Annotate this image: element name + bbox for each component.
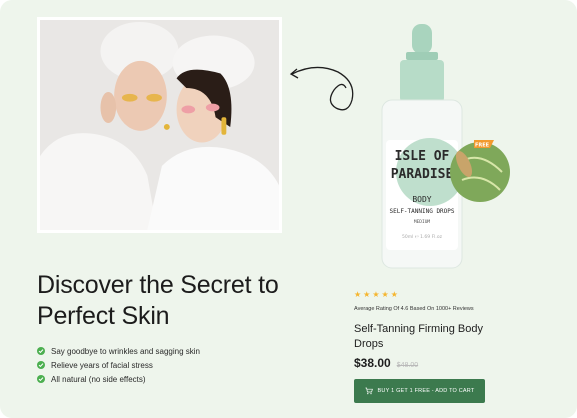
star-icon: ★: [363, 290, 371, 299]
free-badge: FREE: [475, 143, 490, 149]
feature-text: All natural (no side effects): [51, 374, 146, 384]
rating-text: Average Rating Of 4.6 Based On 1000+ Rev…: [354, 306, 474, 312]
list-item: Relieve years of facial stress: [37, 358, 200, 372]
price-row: $38.00 $48.00: [354, 356, 418, 370]
product-image: ISLE OF PARADISE BODY SELF-TANNING DROPS…: [372, 22, 512, 274]
promo-card: ISLE OF PARADISE BODY SELF-TANNING DROPS…: [0, 0, 577, 418]
product-name: Self-Tanning Firming Body Drops: [354, 323, 484, 350]
check-circle-icon: [37, 361, 45, 369]
bottle-brand-line1: ISLE OF: [395, 149, 450, 164]
feature-text: Say goodbye to wrinkles and sagging skin: [51, 346, 200, 356]
star-icon: ★: [372, 290, 380, 299]
star-icon: ★: [354, 290, 362, 299]
price: $38.00: [354, 356, 391, 370]
add-to-cart-label: BUY 1 GET 1 FREE - ADD TO CART: [377, 388, 475, 394]
rating-stars: ★ ★ ★ ★ ★: [354, 291, 398, 299]
bottle-volume: 50ml ℮ 1.69 Fl.oz: [402, 234, 443, 240]
check-circle-icon: [37, 375, 45, 383]
star-icon: ★: [390, 290, 398, 299]
list-item: Say goodbye to wrinkles and sagging skin: [37, 344, 200, 358]
bottle-label-line2: SELF-TANNING DROPS: [389, 208, 454, 215]
feature-list: Say goodbye to wrinkles and sagging skin…: [37, 344, 200, 386]
bottle-label-line1: BODY: [412, 195, 431, 204]
models-photo: [37, 17, 282, 233]
add-to-cart-button[interactable]: BUY 1 GET 1 FREE - ADD TO CART: [354, 379, 485, 403]
old-price: $48.00: [396, 362, 419, 369]
curly-arrow-icon: [289, 66, 354, 111]
bottle-label-line3: MEDIUM: [414, 219, 431, 225]
list-item: All natural (no side effects): [37, 372, 200, 386]
headline-line2: Perfect Skin: [37, 302, 170, 330]
star-icon: ★: [381, 290, 389, 299]
cart-icon: [365, 387, 373, 395]
headline-line1: Discover the Secret to: [37, 271, 279, 299]
page-headline: Discover the Secret to Perfect Skin: [37, 270, 317, 332]
feature-text: Relieve years of facial stress: [51, 360, 153, 370]
bottle-brand-line2: PARADISE: [391, 167, 454, 182]
check-circle-icon: [37, 347, 45, 355]
